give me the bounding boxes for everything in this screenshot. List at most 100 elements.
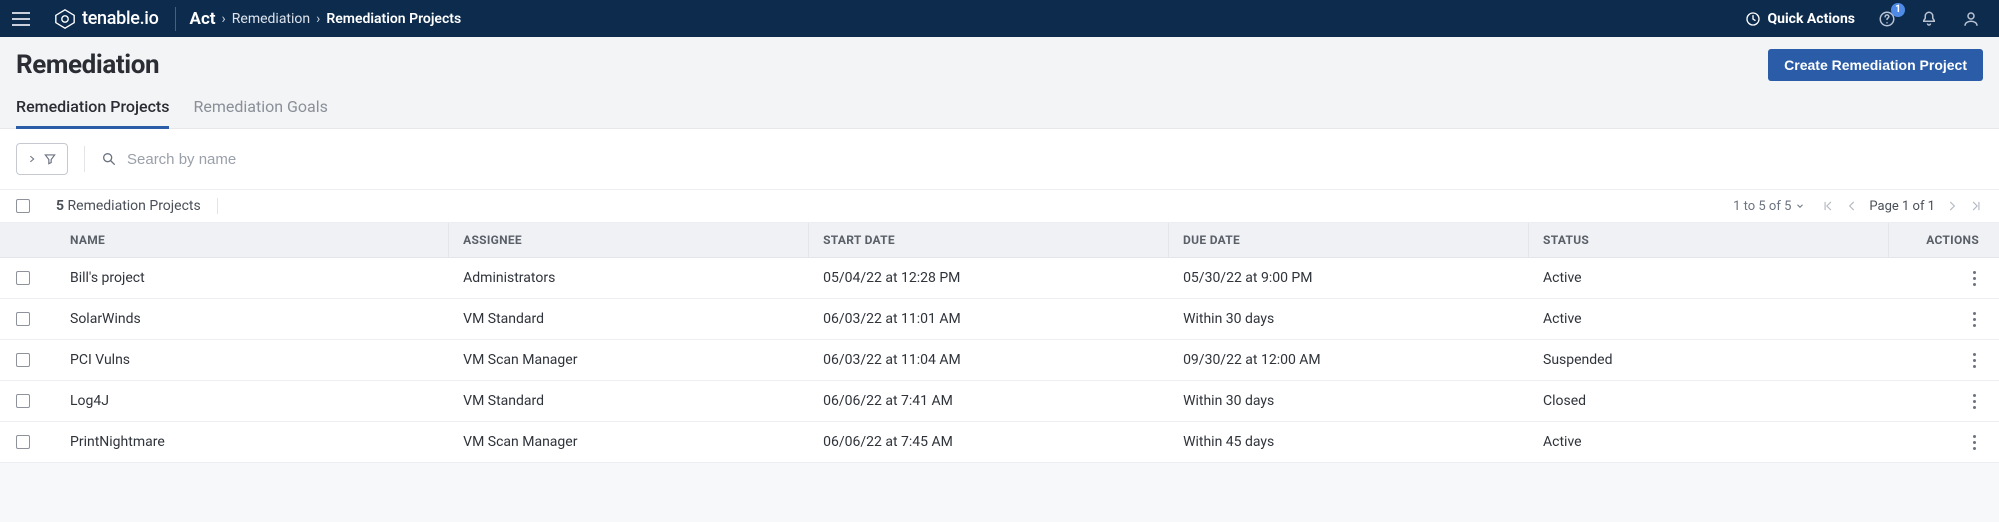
cell-assignee: VM Scan Manager (449, 422, 809, 462)
toolbar (0, 129, 1999, 189)
brand-text: tenable.io (82, 8, 159, 29)
cell-due-date: Within 30 days (1169, 299, 1529, 339)
row-actions-button[interactable] (1973, 268, 1979, 288)
breadcrumb: Act › Remediation › Remediation Projects (176, 9, 462, 29)
cell-due-date: Within 30 days (1169, 381, 1529, 421)
quick-actions-button[interactable]: Quick Actions (1745, 11, 1855, 27)
clock-icon (1745, 11, 1761, 27)
cell-status: Active (1529, 258, 1889, 298)
chevron-right-icon: › (316, 11, 320, 27)
cell-start-date: 06/03/22 at 11:01 AM (809, 299, 1169, 339)
search (101, 151, 1983, 168)
th-status[interactable]: STATUS (1529, 223, 1889, 257)
th-actions: ACTIONS (1889, 223, 1999, 257)
chevron-right-icon: › (222, 11, 226, 27)
header-actions: Quick Actions 1 (1745, 9, 1987, 29)
user-button[interactable] (1961, 9, 1981, 29)
next-page-icon[interactable] (1945, 199, 1959, 213)
row-checkbox[interactable] (16, 353, 30, 367)
cell-status: Active (1529, 422, 1889, 462)
menu-icon[interactable] (12, 7, 36, 31)
quick-actions-label: Quick Actions (1767, 11, 1855, 27)
cell-name: SolarWinds (56, 299, 449, 339)
chevron-down-icon (1795, 201, 1805, 211)
tabs: Remediation Projects Remediation Goals (16, 87, 1983, 128)
cell-assignee: VM Standard (449, 381, 809, 421)
cell-status: Active (1529, 299, 1889, 339)
count-number: 5 (56, 198, 64, 214)
divider (84, 146, 85, 172)
row-actions-button[interactable] (1973, 432, 1979, 452)
tab-remediation-projects[interactable]: Remediation Projects (16, 91, 169, 129)
page-indicator: Page 1 of 1 (1869, 199, 1935, 214)
cell-assignee: Administrators (449, 258, 809, 298)
th-start-date[interactable]: START DATE (809, 223, 1169, 257)
cell-due-date: 09/30/22 at 12:00 AM (1169, 340, 1529, 380)
cell-start-date: 06/03/22 at 11:04 AM (809, 340, 1169, 380)
select-all-checkbox[interactable] (16, 199, 30, 213)
breadcrumb-mid[interactable]: Remediation (232, 11, 310, 27)
cell-due-date: Within 45 days (1169, 422, 1529, 462)
row-actions-button[interactable] (1973, 350, 1979, 370)
cell-due-date: 05/30/22 at 9:00 PM (1169, 258, 1529, 298)
table-row[interactable]: SolarWindsVM Standard06/03/22 at 11:01 A… (0, 299, 1999, 340)
cell-start-date: 06/06/22 at 7:41 AM (809, 381, 1169, 421)
row-actions-button[interactable] (1973, 391, 1979, 411)
cell-start-date: 06/06/22 at 7:45 AM (809, 422, 1169, 462)
help-button[interactable]: 1 (1877, 9, 1897, 29)
table-row[interactable]: Bill's projectAdministrators05/04/22 at … (0, 258, 1999, 299)
cell-assignee: VM Standard (449, 299, 809, 339)
chevron-right-icon (27, 154, 37, 164)
cell-name: PrintNightmare (56, 422, 449, 462)
row-checkbox[interactable] (16, 271, 30, 285)
notifications-button[interactable] (1919, 9, 1939, 29)
projects-table: NAME ASSIGNEE START DATE DUE DATE STATUS… (0, 223, 1999, 463)
pager-nav: Page 1 of 1 (1821, 199, 1983, 214)
table-body: Bill's projectAdministrators05/04/22 at … (0, 258, 1999, 463)
th-due-date[interactable]: DUE DATE (1169, 223, 1529, 257)
table-row[interactable]: PrintNightmareVM Scan Manager06/06/22 at… (0, 422, 1999, 463)
tenable-logo-icon (54, 8, 76, 30)
cell-name: Log4J (56, 381, 449, 421)
count-label: Remediation Projects (68, 198, 201, 214)
breadcrumb-root[interactable]: Act (190, 9, 216, 29)
brand[interactable]: tenable.io (54, 7, 176, 31)
page-title: Remediation (16, 50, 159, 80)
help-badge-count: 1 (1891, 3, 1905, 17)
search-input[interactable] (127, 151, 427, 168)
prev-page-icon[interactable] (1845, 199, 1859, 213)
table-row[interactable]: Log4JVM Standard06/06/22 at 7:41 AMWithi… (0, 381, 1999, 422)
filter-icon (43, 152, 57, 166)
last-page-icon[interactable] (1969, 199, 1983, 213)
filter-toggle-button[interactable] (16, 143, 68, 175)
user-icon (1962, 10, 1980, 28)
row-checkbox[interactable] (16, 435, 30, 449)
th-name[interactable]: NAME (56, 223, 449, 257)
th-checkbox (0, 223, 56, 257)
cell-assignee: VM Scan Manager (449, 340, 809, 380)
cell-name: Bill's project (56, 258, 449, 298)
table-row[interactable]: PCI VulnsVM Scan Manager06/03/22 at 11:0… (0, 340, 1999, 381)
create-remediation-button[interactable]: Create Remediation Project (1768, 49, 1983, 81)
search-icon (101, 151, 117, 167)
first-page-icon[interactable] (1821, 199, 1835, 213)
table-header: NAME ASSIGNEE START DATE DUE DATE STATUS… (0, 223, 1999, 258)
cell-status: Suspended (1529, 340, 1889, 380)
result-count: 5 Remediation Projects (56, 198, 218, 214)
row-checkbox[interactable] (16, 312, 30, 326)
cell-status: Closed (1529, 381, 1889, 421)
app-header: tenable.io Act › Remediation › Remediati… (0, 0, 1999, 37)
th-assignee[interactable]: ASSIGNEE (449, 223, 809, 257)
row-actions-button[interactable] (1973, 309, 1979, 329)
range-dropdown[interactable]: 1 to 5 of 5 (1733, 199, 1805, 214)
range-text: 1 to 5 of 5 (1733, 199, 1791, 214)
row-checkbox[interactable] (16, 394, 30, 408)
page-subheader: Remediation Create Remediation Project R… (0, 37, 1999, 129)
pagination: 1 to 5 of 5 Page 1 of 1 (1733, 199, 1983, 214)
breadcrumb-leaf[interactable]: Remediation Projects (326, 11, 461, 27)
cell-start-date: 05/04/22 at 12:28 PM (809, 258, 1169, 298)
bell-icon (1920, 10, 1938, 28)
cell-name: PCI Vulns (56, 340, 449, 380)
tab-remediation-goals[interactable]: Remediation Goals (193, 91, 327, 129)
list-meta-row: 5 Remediation Projects 1 to 5 of 5 Page … (0, 189, 1999, 223)
